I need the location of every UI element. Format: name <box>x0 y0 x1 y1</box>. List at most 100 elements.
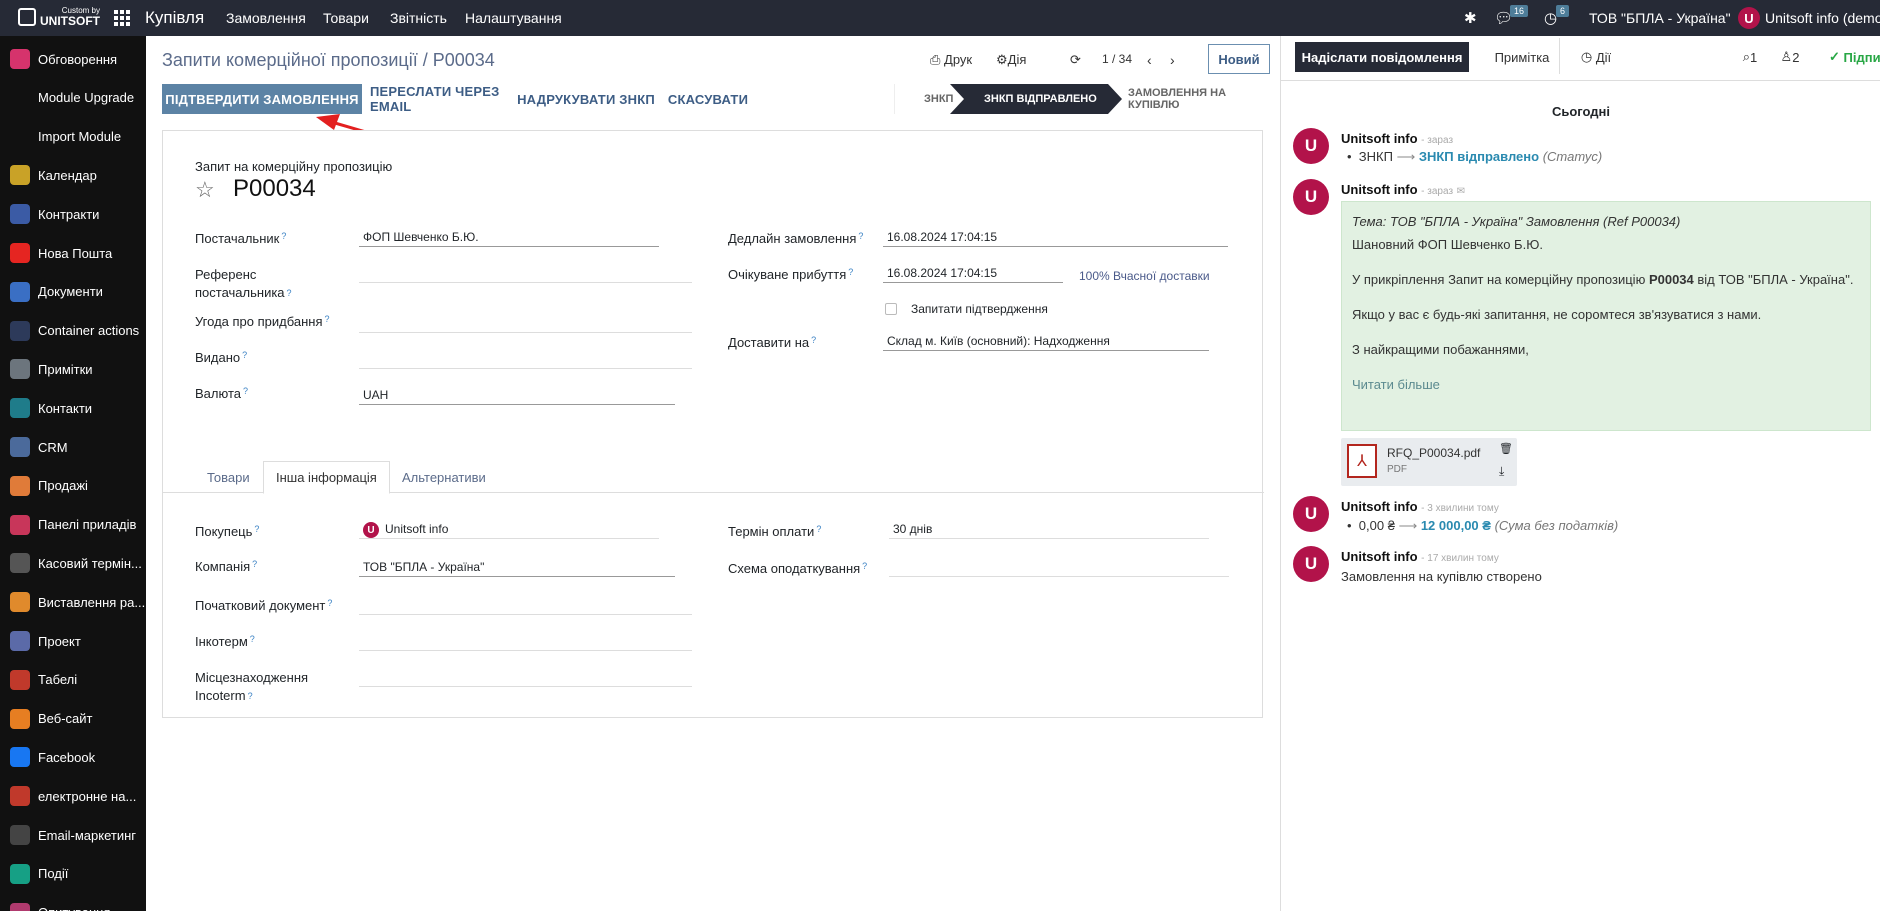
gear-icon: ⚙ <box>996 52 1008 67</box>
surveys-icon <box>10 902 30 911</box>
currency-field[interactable]: UAH <box>359 383 675 405</box>
sidebar-item-label: Календар <box>38 167 97 183</box>
menu-products[interactable]: Товари <box>323 10 369 26</box>
ask-confirmation-checkbox[interactable] <box>885 303 897 315</box>
trash-icon[interactable]: 🗑︎ <box>1499 442 1513 455</box>
menu-orders[interactable]: Замовлення <box>226 10 306 26</box>
on-time-delivery-link[interactable]: 100% Вчасної доставки <box>1079 269 1210 283</box>
download-icon[interactable]: ⤓ <box>1499 464 1504 479</box>
attachment-card[interactable]: ⅄ RFQ_P00034.pdf PDF 🗑︎ ⤓ <box>1341 438 1517 486</box>
expected-arrival-field[interactable]: 16.08.2024 17:04:15 <box>883 261 1063 283</box>
followers-count: 2 <box>1792 49 1800 65</box>
follow-button[interactable]: ✓ Підпи <box>1829 42 1880 72</box>
incoterm-location-field[interactable] <box>359 665 692 687</box>
reload-icon[interactable]: ⟳ <box>1070 52 1081 68</box>
sidebar-item[interactable]: Опитування <box>0 894 146 911</box>
documents-icon <box>10 281 30 302</box>
sidebar-item[interactable]: Обговорення <box>0 40 146 78</box>
sidebar-item[interactable]: Табелі <box>0 661 146 699</box>
read-more-link[interactable]: Читати більше <box>1352 377 1860 392</box>
deliver-to-field[interactable]: Склад м. Київ (основний): Надходження <box>883 329 1209 351</box>
sidebar-item-label: Module Upgrade <box>38 90 135 106</box>
sidebar-item[interactable]: Module Upgrade <box>0 79 146 117</box>
sidebar-item[interactable]: Веб-сайт <box>0 700 146 738</box>
app-name[interactable]: Купівля <box>145 8 204 28</box>
company-field[interactable]: ТОВ "БПЛА - Україна" <box>359 555 675 577</box>
sidebar-item-label: Facebook <box>38 749 96 765</box>
sidebar-item-label: Email-маркетинг <box>38 827 137 843</box>
deadline-field[interactable]: 16.08.2024 17:04:15 <box>883 225 1228 247</box>
email-body: У прикріплення Запит на комерційну пропо… <box>1352 272 1854 287</box>
sidebar-item[interactable]: електронне на... <box>0 777 146 815</box>
logo-icon <box>18 8 36 26</box>
message-avatar: U <box>1293 179 1329 215</box>
menu-configuration[interactable]: Налаштування <box>465 10 562 26</box>
ask-confirmation-label: Запитати підтвердження <box>911 302 1048 316</box>
sidebar-item[interactable]: Панелі приладів <box>0 506 146 544</box>
tab-alternatives[interactable]: Альтернативи <box>390 461 498 494</box>
user-menu[interactable]: Unitsoft info (demos <box>1765 10 1880 26</box>
pager-next-icon[interactable]: › <box>1170 52 1175 68</box>
print-button[interactable]: ⎙ Друк <box>930 52 972 68</box>
star-icon[interactable]: ☆ <box>195 177 215 203</box>
stage-rfq[interactable]: ЗНКП <box>924 84 953 114</box>
purchase-agreement-field[interactable] <box>359 311 692 333</box>
vendor-field[interactable]: ФОП Шевченко Б.Ю. <box>359 225 659 247</box>
sidebar-item[interactable]: Проект <box>0 622 146 660</box>
fiscal-position-field[interactable] <box>889 555 1229 577</box>
sidebar-item[interactable]: Виставлення ра... <box>0 583 146 621</box>
issued-field[interactable] <box>359 347 692 369</box>
pager-value[interactable]: 1 / 34 <box>1102 52 1132 66</box>
sidebar-item-label: Container actions <box>38 323 140 339</box>
buyer-field[interactable]: U Unitsoft info <box>359 517 659 539</box>
menu-reporting[interactable]: Звітність <box>390 10 447 26</box>
sidebar-item[interactable]: Container actions <box>0 312 146 350</box>
website-icon <box>10 708 30 729</box>
sidebar-item[interactable]: Події <box>0 855 146 893</box>
breadcrumb[interactable]: Запити комерційної пропозиції / P00034 <box>162 50 495 71</box>
company-switcher[interactable]: ТОВ "БПЛА - Україна" <box>1589 10 1731 26</box>
vendor-reference-field[interactable] <box>359 261 692 283</box>
incoterm-field[interactable] <box>359 629 692 651</box>
sidebar-item[interactable]: Нова Пошта <box>0 234 146 272</box>
activities-button[interactable]: ◷ Дії <box>1571 42 1621 72</box>
send-message-button[interactable]: Надіслати повідомлення <box>1295 42 1469 72</box>
source-document-field[interactable] <box>359 593 692 615</box>
sidebar-item[interactable]: Facebook <box>0 738 146 776</box>
pager-prev-icon[interactable]: ‹ <box>1147 52 1152 68</box>
brand-name: UNITSOFT <box>40 14 100 28</box>
sidebar-item[interactable]: Контракти <box>0 195 146 233</box>
sidebar-item[interactable]: Продажі <box>0 467 146 505</box>
purchase-agreement-label: Угода про придбання? <box>195 314 330 329</box>
tab-other-info[interactable]: Інша інформація <box>263 461 390 494</box>
stage-rfq-sent[interactable]: ЗНКП ВІДПРАВЛЕНО <box>984 84 1097 114</box>
contacts-icon <box>10 398 30 419</box>
vendor-label: Постачальник? <box>195 231 287 246</box>
new-button[interactable]: Новий <box>1208 44 1270 74</box>
email-regards: З найкращими побажаннями, <box>1352 342 1529 357</box>
sidebar-item[interactable]: Календар <box>0 156 146 194</box>
pos-icon <box>10 553 30 574</box>
sidebar-item[interactable]: Import Module <box>0 118 146 156</box>
sidebar-item[interactable]: Документи <box>0 273 146 311</box>
sidebar-item-label: Табелі <box>38 672 78 688</box>
stage-purchase-order[interactable]: ЗАМОВЛЕННЯ НА КУПІВЛЮ <box>1128 84 1260 114</box>
sidebar-item[interactable]: Примітки <box>0 350 146 388</box>
brand-logo[interactable]: Custom by UNITSOFT <box>18 7 100 27</box>
attachments-button[interactable]: ⌕ 1 <box>1735 42 1765 72</box>
log-note-button[interactable]: Примітка <box>1477 42 1567 72</box>
action-button[interactable]: ⚙Дія <box>996 52 1026 68</box>
followers-button[interactable]: ♙ 2 <box>1775 42 1805 72</box>
sidebar-item[interactable]: Касовий термін... <box>0 544 146 582</box>
user-avatar[interactable]: U <box>1738 7 1760 29</box>
sidebar-item[interactable]: Email-маркетинг <box>0 816 146 854</box>
tab-products[interactable]: Товари <box>195 461 262 494</box>
container-icon <box>10 320 30 341</box>
paperclip-icon: ⌕ <box>1742 49 1751 64</box>
sidebar-item[interactable]: CRM <box>0 428 146 466</box>
fiscal-position-label: Схема оподаткування? <box>728 561 868 576</box>
debug-bug-icon[interactable]: ✱ <box>1464 9 1477 27</box>
sidebar-item[interactable]: Контакти <box>0 389 146 427</box>
app-menu-icon[interactable] <box>114 10 130 26</box>
payment-terms-field[interactable]: 30 днів <box>889 517 1209 539</box>
